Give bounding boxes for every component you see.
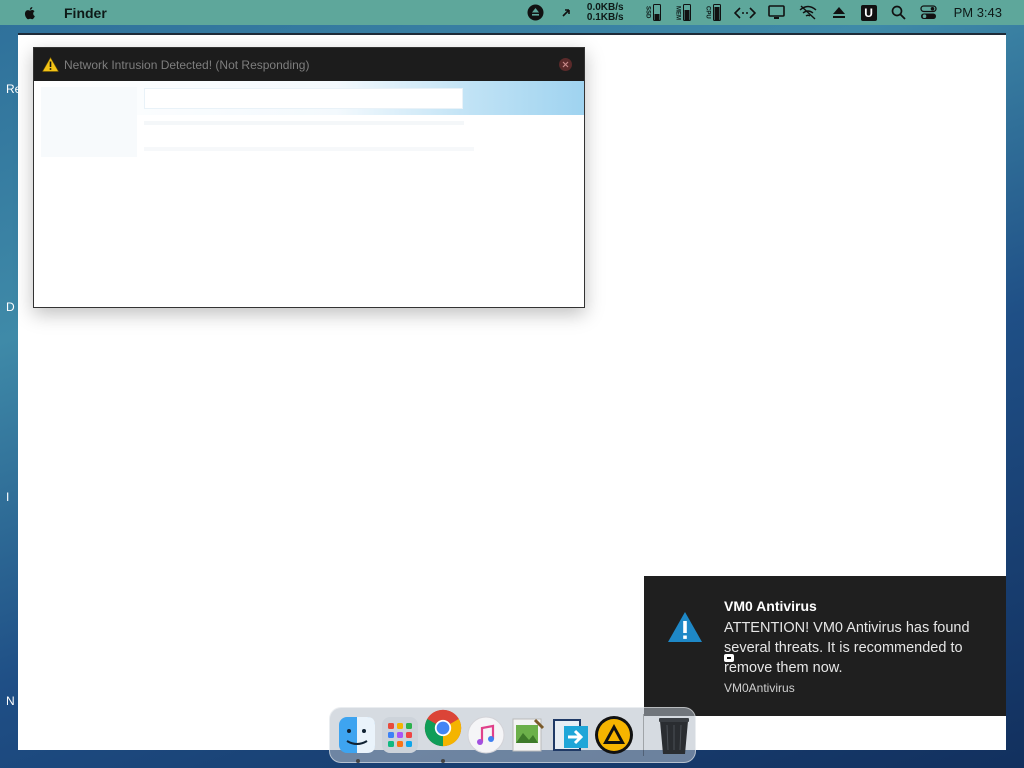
network-speed[interactable]: 0.0KB/s 0.1KB/s [587,0,624,25]
dock-separator [643,714,645,756]
net-upload: 0.1KB/s [586,11,624,23]
migration-assistant-icon [553,719,589,751]
u-label: U [860,4,877,21]
faded-content-line [144,147,474,151]
desktop-item-label[interactable]: D [6,300,15,314]
search-icon[interactable] [890,0,908,25]
notification-title: VM0 Antivirus [724,598,817,614]
running-indicator [355,759,360,763]
mouse-cursor-icon [724,654,734,662]
faded-content-line [144,121,464,125]
trash-icon [658,718,689,754]
dock-finder[interactable] [338,715,378,763]
menubar-clock[interactable]: PM 3:43 [954,5,1002,20]
net-download: 0.0KB/s [586,1,624,13]
finder-icon [339,717,376,753]
battery-bar-icon [652,4,661,21]
code-brackets-icon[interactable] [733,0,756,25]
close-icon [562,61,569,68]
memory-bar-icon [682,4,691,21]
desktop-item-label[interactable]: N [6,694,15,708]
itunes-icon [467,716,505,754]
refresh-icon[interactable] [557,0,575,25]
preview-icon [512,718,545,752]
launchpad-icon [382,717,418,753]
cpu-label: CPU [704,6,711,19]
control-center-icon[interactable] [920,0,938,25]
dock-trash[interactable] [654,715,694,755]
aimp-icon [594,716,633,754]
ssd-monitor[interactable]: SSD [644,0,662,25]
window-input-field[interactable] [144,88,463,109]
mem-monitor[interactable]: MEM [674,0,692,25]
display-icon[interactable] [768,0,786,25]
window-titlebar[interactable]: Network Intrusion Detected! (Not Respond… [34,48,584,81]
eject-icon[interactable] [830,0,848,25]
notification-message: ATTENTION! VM0 Antivirus has found sever… [724,620,970,676]
u-menu-icon[interactable]: U [860,0,878,25]
dock-migration-assistant[interactable] [551,715,591,755]
running-indicator [440,759,445,763]
antivirus-notification[interactable]: VM0 Antivirus ATTENTION! VM0 Antivirus h… [644,576,1006,716]
close-button[interactable] [559,58,572,71]
eject-circle-icon[interactable] [527,0,545,25]
intrusion-alert-window[interactable]: Network Intrusion Detected! (Not Respond… [33,47,585,308]
mem-label: MEM [674,5,681,20]
window-title: Network Intrusion Detected! (Not Respond… [64,57,310,72]
app-name-menu[interactable]: Finder [64,5,107,21]
window-body [34,81,584,307]
window-side-panel [41,87,137,157]
menu-bar: Finder 0.0KB/s 0.1KB/s SSD MEM CPU U PM … [0,0,1024,25]
alert-triangle-icon [666,610,704,644]
apple-menu-icon[interactable] [22,5,42,21]
desktop-item-label[interactable]: I [6,490,9,504]
dock-preview[interactable] [509,715,549,755]
desktop-edge: Re D I N [0,80,21,720]
warning-icon [42,57,59,72]
ssd-label: SSD [644,6,651,19]
dock [329,707,696,763]
wifi-off-icon[interactable] [798,0,818,25]
dock-chrome[interactable] [423,709,463,763]
dock-itunes[interactable] [466,715,506,755]
cpu-bar-icon [712,4,721,21]
notification-source: VM0Antivirus [724,681,795,695]
cpu-monitor[interactable]: CPU [704,0,722,25]
dock-launchpad[interactable] [380,715,420,755]
chrome-icon [424,709,462,747]
dock-aimp[interactable] [594,715,634,755]
